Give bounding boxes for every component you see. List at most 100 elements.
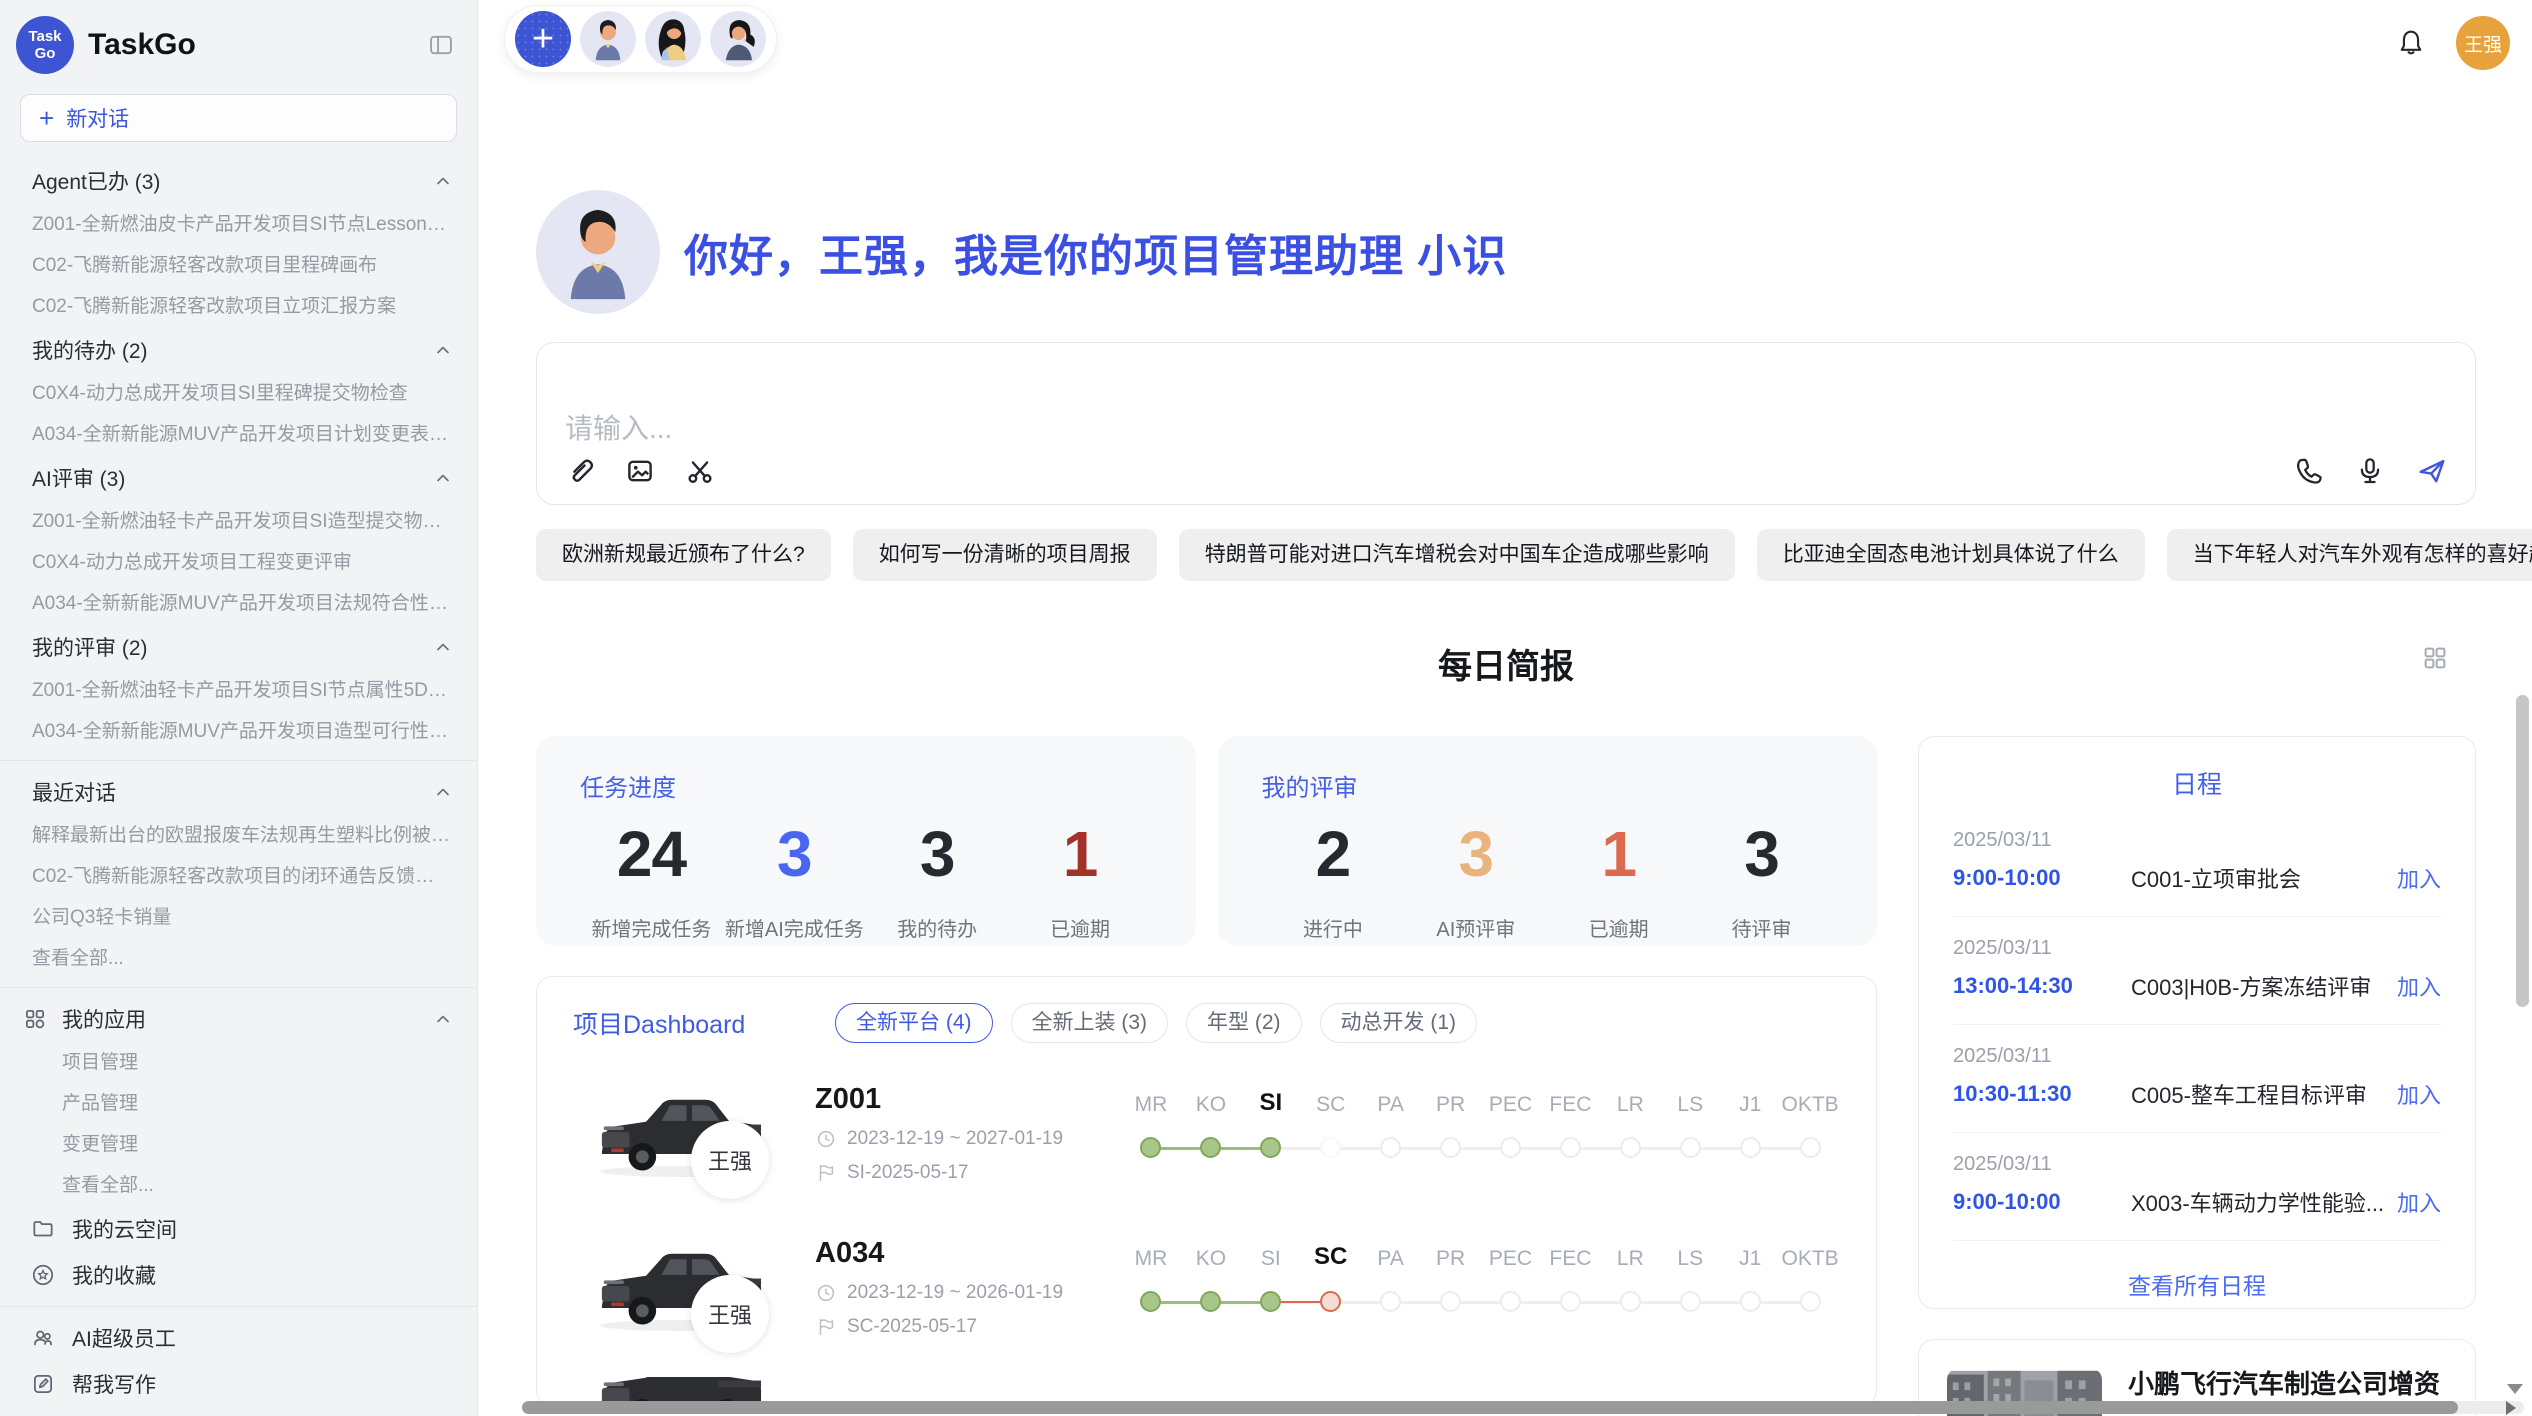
app-item[interactable]: 产品管理 — [0, 1083, 477, 1124]
filter-chip[interactable]: 全新上装 (3) — [1011, 1003, 1169, 1043]
cloud-space-label: 我的云空间 — [72, 1214, 177, 1244]
scroll-right-arrow[interactable] — [2506, 1401, 2516, 1415]
add-conversation-button[interactable]: + — [515, 11, 571, 67]
chat-input-box[interactable]: 请输入... — [536, 342, 2476, 505]
conversation-avatar-3[interactable] — [710, 11, 766, 67]
milestone-label: OKTB — [1782, 1239, 1839, 1271]
milestone: LR — [1600, 1239, 1660, 1335]
milestone: KO — [1181, 1085, 1241, 1181]
sidebar-section-agent-done[interactable]: Agent已办 (3) — [0, 158, 477, 204]
stat-label: 已逾期 — [1547, 913, 1690, 942]
new-chat-button[interactable]: + 新对话 — [20, 94, 457, 142]
project-code: Z001 — [815, 1083, 1115, 1116]
suggestion-chip[interactable]: 比亚迪全固态电池计划具体说了什么 — [1757, 529, 2145, 581]
stat-item: 3 我的待办 — [866, 819, 1009, 942]
sidebar-item[interactable]: C0X4-动力总成开发项目SI里程碑提交物检查 — [0, 373, 477, 414]
sidebar-section-my-todo[interactable]: 我的待办 (2) — [0, 327, 477, 373]
suggestion-chip[interactable]: 特朗普可能对进口汽车增税会对中国车企造成哪些影响 — [1179, 529, 1735, 581]
apps-view-all[interactable]: 查看全部... — [0, 1165, 477, 1206]
image-icon[interactable] — [623, 454, 657, 488]
phone-call-icon[interactable] — [2291, 454, 2325, 488]
sidebar-item-cloud-space[interactable]: 我的云空间 — [0, 1206, 477, 1252]
briefing-right-column: 日程 2025/03/11 9:00-10:00 C001-立项审批会 加入 — [1918, 736, 2476, 1416]
plus-icon: + — [39, 105, 54, 131]
sidebar-item[interactable]: A034-全新新能源MUV产品开发项目法规符合性评审 — [0, 583, 477, 624]
layout-grid-icon[interactable] — [2420, 643, 2450, 673]
stat-value: 24 — [580, 819, 723, 889]
join-link[interactable]: 加入 — [2397, 1186, 2441, 1218]
scroll-down-arrow[interactable] — [2507, 1384, 2523, 1394]
milestone-dot — [1200, 1291, 1221, 1312]
sidebar-section-recent[interactable]: 最近对话 — [0, 769, 477, 815]
truck-image — [589, 1377, 773, 1401]
horizontal-scrollbar-thumb[interactable] — [522, 1401, 2458, 1414]
recent-chat-item[interactable]: C02-飞腾新能源轻客改款项目的闭环通告反馈情况 — [0, 856, 477, 897]
sidebar-item[interactable]: A034-全新新能源MUV产品开发项目造型可行性评审 — [0, 711, 477, 752]
news-title: 小鹏飞行汽车制造公司增资 — [2128, 1368, 2447, 1402]
recent-chat-item[interactable]: 解释最新出台的欧盟报废车法规再生塑料比例被调至15%... — [0, 815, 477, 856]
sidebar-section-ai-review[interactable]: AI评审 (3) — [0, 455, 477, 501]
user-avatar[interactable]: 王强 — [2456, 16, 2510, 70]
stat-value: 2 — [1262, 819, 1405, 889]
milestone-track: MRKOSISCPAPRPECFECLRLSJ1OKTB — [1121, 1239, 1840, 1335]
sidebar-item[interactable]: Z001-全新燃油轻卡产品开发项目SI造型提交物评审 — [0, 501, 477, 542]
filter-chip[interactable]: 年型 (2) — [1186, 1003, 1302, 1043]
project-row-z001[interactable]: 王强 Z001 2023-12-19 ~ 2027-01-19 — [573, 1069, 1840, 1197]
suggestion-chip[interactable]: 如何写一份清晰的项目周报 — [853, 529, 1157, 581]
recent-chat-item[interactable]: 公司Q3轻卡销量 — [0, 897, 477, 938]
chevron-up-icon — [431, 169, 455, 193]
notifications-bell-icon[interactable] — [2394, 26, 2428, 60]
milestone-dot — [1260, 1137, 1281, 1158]
schedule-list: 2025/03/11 9:00-10:00 C001-立项审批会 加入 2025… — [1953, 809, 2441, 1241]
suggestion-chip[interactable]: 当下年轻人对汽车外观有怎样的喜好趋势 — [2167, 529, 2532, 581]
join-link[interactable]: 加入 — [2397, 862, 2441, 894]
section-title: 最近对话 — [32, 777, 431, 807]
sidebar-item-creative-drawing[interactable]: 创意制图 — [0, 1407, 477, 1416]
sidebar-item[interactable]: C02-飞腾新能源轻客改款项目立项汇报方案 — [0, 286, 477, 327]
collapse-sidebar-icon[interactable] — [427, 31, 455, 59]
stat-item: 3 AI预评审 — [1404, 819, 1547, 942]
milestone: OKTB — [1780, 1085, 1840, 1181]
milestone-dot — [1380, 1137, 1401, 1158]
sidebar-item[interactable]: Z001-全新燃油皮卡产品开发项目SI节点Lesson Learn报告 — [0, 204, 477, 245]
sidebar-item-favorites[interactable]: 我的收藏 — [0, 1252, 477, 1298]
paperclip-icon[interactable] — [563, 454, 597, 488]
filter-chip[interactable]: 动总开发 (1) — [1320, 1003, 1478, 1043]
horizontal-scrollbar[interactable] — [522, 1401, 2524, 1414]
project-row-a034[interactable]: 王强 A034 2023-12-19 ~ 2026-01-19 — [573, 1223, 1840, 1351]
sidebar-item[interactable]: C0X4-动力总成开发项目工程变更评审 — [0, 542, 477, 583]
join-link[interactable]: 加入 — [2397, 970, 2441, 1002]
milestone: MR — [1121, 1239, 1181, 1335]
milestone-label: PA — [1377, 1239, 1403, 1271]
sidebar-section-my-apps[interactable]: 我的应用 — [0, 996, 477, 1042]
filter-chip[interactable]: 全新平台 (4) — [835, 1003, 993, 1043]
stat-item: 2 进行中 — [1262, 819, 1405, 942]
recent-view-all[interactable]: 查看全部... — [0, 938, 477, 979]
stat-label: 我的待办 — [866, 913, 1009, 942]
conversation-avatar-1[interactable] — [580, 11, 636, 67]
sidebar-section-my-review[interactable]: 我的评审 (2) — [0, 624, 477, 670]
sidebar-item-help-me-write[interactable]: 帮我写作 — [0, 1361, 477, 1407]
conversation-avatar-2[interactable] — [645, 11, 701, 67]
sidebar-item[interactable]: Z001-全新燃油轻卡产品开发项目SI节点属性5D文件评审 — [0, 670, 477, 711]
folder-icon — [30, 1216, 56, 1242]
sidebar-item[interactable]: A034-全新新能源MUV产品开发项目计划变更表编写 — [0, 414, 477, 455]
milestone-dot — [1620, 1137, 1641, 1158]
sidebar-item[interactable]: C02-飞腾新能源轻客改款项目里程碑画布 — [0, 245, 477, 286]
view-all-schedule-link[interactable]: 查看所有日程 — [1953, 1267, 2441, 1301]
join-link[interactable]: 加入 — [2397, 1078, 2441, 1110]
milestone-label: PR — [1436, 1085, 1465, 1117]
app-item[interactable]: 变更管理 — [0, 1124, 477, 1165]
daily-briefing-header: 每日简报 — [536, 639, 2476, 688]
vertical-scrollbar[interactable] — [2516, 695, 2529, 1007]
milestone: LS — [1660, 1239, 1720, 1335]
app-item[interactable]: 项目管理 — [0, 1042, 477, 1083]
milestone: LR — [1600, 1085, 1660, 1181]
send-icon[interactable] — [2415, 454, 2449, 488]
suggestion-chip[interactable]: 欧洲新规最近颁布了什么? — [536, 529, 831, 581]
sidebar-item-ai-super-staff[interactable]: AI超级员工 — [0, 1315, 477, 1361]
milestone-dot — [1320, 1137, 1341, 1158]
scissors-icon[interactable] — [683, 454, 717, 488]
microphone-icon[interactable] — [2353, 454, 2387, 488]
schedule-date: 2025/03/11 — [1953, 937, 2441, 960]
